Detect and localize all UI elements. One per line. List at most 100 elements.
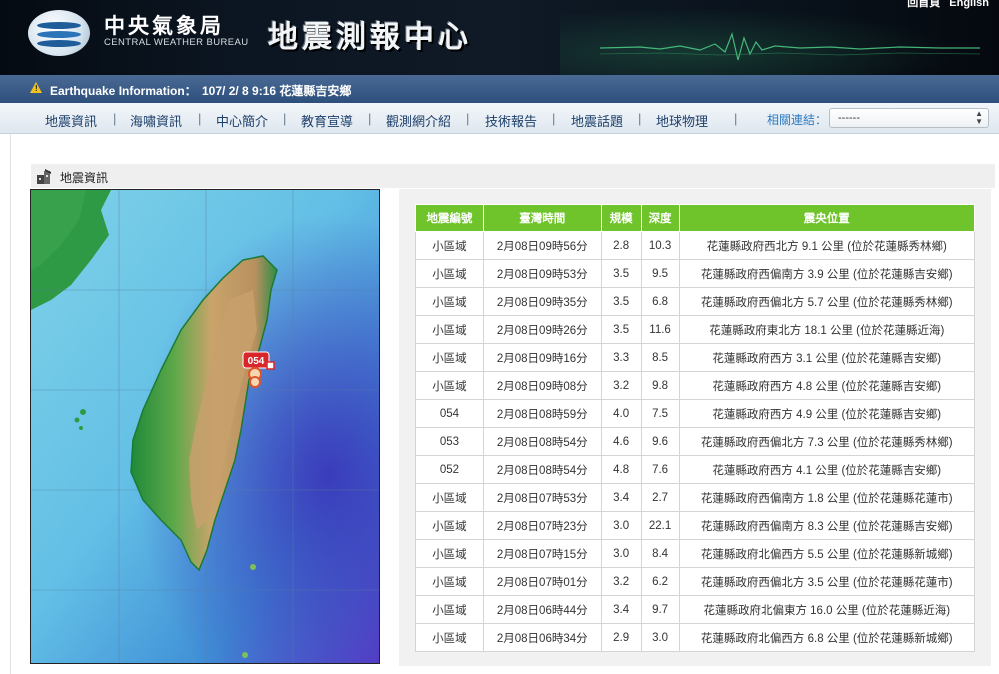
table-row[interactable]: 小區域 2月08日06時34分 2.9 3.0 花蓮縣政府北偏西方 6.8 公里 (位於…	[415, 623, 976, 652]
nav-separator: |	[198, 111, 202, 126]
cell-depth: 10.3	[640, 231, 680, 260]
cell-id: 小區域	[415, 259, 484, 288]
taiwan-relief-map: 054	[31, 190, 379, 663]
table-row[interactable]: 052 2月08日08時54分 4.8 7.6 花蓮縣政府西方 4.1 公里 (位於花蓮…	[415, 455, 976, 484]
col-header-id: 地震編號	[415, 204, 484, 232]
nav-tsunami-info[interactable]: 海嘯資訊	[130, 111, 182, 130]
table-row[interactable]: 小區域 2月08日06時44分 3.4 9.7 花蓮縣政府北偏東方 16.0 公里 (位…	[415, 595, 976, 624]
warning-icon: !	[30, 82, 42, 93]
col-header-time: 臺灣時間	[482, 204, 602, 232]
table-row[interactable]: 054 2月08日08時59分 4.0 7.5 花蓮縣政府西方 4.9 公里 (位於花蓮…	[415, 399, 976, 428]
cell-id: 小區域	[415, 539, 484, 568]
nav-separator: |	[734, 111, 738, 126]
section-header	[31, 164, 995, 188]
site-header: 中央氣象局 CENTRAL WEATHER BUREAU 地震測報中心 回首頁 …	[0, 0, 999, 75]
cell-magnitude: 4.0	[600, 399, 642, 428]
related-links-label: 相關連結：	[767, 113, 828, 127]
cell-location: 花蓮縣政府東北方 18.1 公里 (位於花蓮縣近海)	[678, 315, 976, 344]
cell-time: 2月08日09時08分	[482, 371, 602, 400]
cell-magnitude: 3.2	[600, 371, 642, 400]
nav-tech-reports[interactable]: 技術報告	[485, 111, 537, 130]
table-row[interactable]: 小區域 2月08日07時53分 3.4 2.7 花蓮縣政府西偏南方 1.8 公里 (位於…	[415, 483, 976, 512]
related-links-select[interactable]: ------ ▲ ▼	[829, 108, 989, 128]
earthquake-map[interactable]: 054	[30, 189, 380, 664]
cell-time: 2月08日06時34分	[482, 623, 602, 652]
cell-magnitude: 2.9	[600, 623, 642, 652]
table-row[interactable]: 小區域 2月08日09時53分 3.5 9.5 花蓮縣政府西偏南方 3.9 公里 (位於…	[415, 259, 976, 288]
earthquake-info-bar: ! Earthquake Information： 107/ 2/ 8 9:16…	[0, 75, 999, 103]
cell-id: 053	[415, 427, 484, 456]
related-selected-value: ------	[838, 112, 860, 124]
cell-time: 2月08日07時53分	[482, 483, 602, 512]
cell-depth: 3.0	[640, 623, 680, 652]
cell-location: 花蓮縣政府西方 4.9 公里 (位於花蓮縣吉安鄉)	[678, 399, 976, 428]
cell-id: 小區域	[415, 343, 484, 372]
table-row[interactable]: 小區域 2月08日09時56分 2.8 10.3 花蓮縣政府西北方 9.1 公里 (位於…	[415, 231, 976, 260]
cell-magnitude: 3.5	[600, 287, 642, 316]
epicenter-marker[interactable]	[249, 376, 261, 388]
latest-earthquake-link[interactable]: 107/ 2/ 8 9:16 花蓮縣吉安鄉	[202, 82, 351, 99]
cell-depth: 8.5	[640, 343, 680, 372]
table-row[interactable]: 小區域 2月08日07時23分 3.0 22.1 花蓮縣政府西偏南方 8.3 公里 (位…	[415, 511, 976, 540]
cell-depth: 7.6	[640, 455, 680, 484]
nav-separator: |	[638, 111, 642, 126]
cell-id: 小區域	[415, 595, 484, 624]
nav-separator: |	[466, 111, 470, 126]
cell-id: 小區域	[415, 287, 484, 316]
col-header-depth: 深度	[640, 204, 680, 232]
table-row[interactable]: 小區域 2月08日09時16分 3.3 8.5 花蓮縣政府西方 3.1 公里 (位於花蓮…	[415, 343, 976, 372]
cell-depth: 11.6	[640, 315, 680, 344]
nav-separator: |	[283, 111, 287, 126]
table-row[interactable]: 小區域 2月08日09時08分 3.2 9.8 花蓮縣政府西方 4.8 公里 (位於花蓮…	[415, 371, 976, 400]
building-icon	[37, 169, 51, 184]
cell-id: 小區域	[415, 511, 484, 540]
cell-location: 花蓮縣政府西偏北方 5.7 公里 (位於花蓮縣秀林鄉)	[678, 287, 976, 316]
cell-location: 花蓮縣政府西偏南方 8.3 公里 (位於花蓮縣吉安鄉)	[678, 511, 976, 540]
cell-depth: 7.5	[640, 399, 680, 428]
section-title: 地震資訊	[60, 171, 109, 185]
table-row[interactable]: 小區域 2月08日09時26分 3.5 11.6 花蓮縣政府東北方 18.1 公里 (位…	[415, 315, 976, 344]
cell-time: 2月08日07時15分	[482, 539, 602, 568]
nav-separator: |	[368, 111, 372, 126]
cell-location: 花蓮縣政府西偏北方 3.5 公里 (位於花蓮縣花蓮市)	[678, 567, 976, 596]
table-row[interactable]: 053 2月08日08時54分 4.6 9.6 花蓮縣政府西偏北方 7.3 公里 (位於…	[415, 427, 976, 456]
cell-location: 花蓮縣政府西方 4.1 公里 (位於花蓮縣吉安鄉)	[678, 455, 976, 484]
table-row[interactable]: 小區域 2月08日07時01分 3.2 6.2 花蓮縣政府西偏北方 3.5 公里 (位於…	[415, 567, 976, 596]
cell-magnitude: 3.3	[600, 343, 642, 372]
nav-separator: |	[552, 111, 556, 126]
cell-id: 小區域	[415, 567, 484, 596]
cell-depth: 6.8	[640, 287, 680, 316]
org-name-en[interactable]: CENTRAL WEATHER BUREAU	[104, 37, 248, 48]
cell-time: 2月08日09時16分	[482, 343, 602, 372]
nav-earthquake-topics[interactable]: 地震話題	[571, 111, 623, 130]
cwb-logo-icon[interactable]	[28, 10, 90, 56]
site-title[interactable]: 地震測報中心	[268, 12, 472, 56]
earthquake-list-panel: 地震編號 臺灣時間 規模 深度 震央位置 小區域 2月08日09時56分 2.8 10…	[399, 189, 991, 666]
cell-time: 2月08日09時53分	[482, 259, 602, 288]
cell-id: 小區域	[415, 371, 484, 400]
nav-center-intro[interactable]: 中心簡介	[216, 111, 268, 130]
cell-id: 小區域	[415, 483, 484, 512]
nav-geophysics[interactable]: 地球物理	[656, 111, 708, 130]
english-link[interactable]: English	[949, 0, 989, 9]
cell-magnitude: 4.8	[600, 455, 642, 484]
nav-education[interactable]: 教育宣導	[301, 111, 353, 130]
home-link[interactable]: 回首頁	[907, 0, 940, 9]
table-row[interactable]: 小區域 2月08日09時35分 3.5 6.8 花蓮縣政府西偏北方 5.7 公里 (位於…	[415, 287, 976, 316]
table-row[interactable]: 小區域 2月08日07時15分 3.0 8.4 花蓮縣政府北偏西方 5.5 公里 (位於…	[415, 539, 976, 568]
cell-location: 花蓮縣政府北偏西方 6.8 公里 (位於花蓮縣新城鄉)	[678, 623, 976, 652]
select-arrows-icon: ▲ ▼	[975, 109, 983, 126]
earthquake-table: 地震編號 臺灣時間 規模 深度 震央位置 小區域 2月08日09時56分 2.8 10…	[415, 204, 976, 652]
nav-separator: |	[113, 111, 117, 126]
cell-time: 2月08日09時35分	[482, 287, 602, 316]
org-name-zh[interactable]: 中央氣象局	[104, 10, 224, 40]
cell-magnitude: 3.4	[600, 483, 642, 512]
table-header-row: 地震編號 臺灣時間 規模 深度 震央位置	[415, 204, 976, 232]
nav-network-intro[interactable]: 觀測網介紹	[386, 111, 451, 130]
cell-magnitude: 3.2	[600, 567, 642, 596]
cell-magnitude: 4.6	[600, 427, 642, 456]
nav-earthquake-info[interactable]: 地震資訊	[45, 111, 97, 130]
cell-location: 花蓮縣政府北偏東方 16.0 公里 (位於花蓮縣近海)	[678, 595, 976, 624]
col-header-magnitude: 規模	[600, 204, 642, 232]
epicenter-marker[interactable]	[266, 361, 275, 370]
